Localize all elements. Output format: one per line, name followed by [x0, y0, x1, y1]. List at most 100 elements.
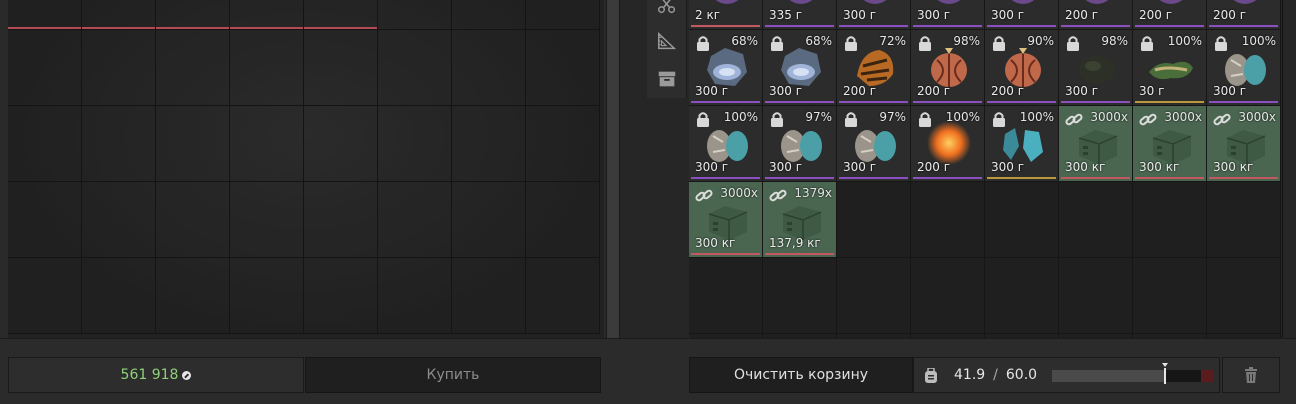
inventory-item-slot[interactable]: 90% 200 г — [985, 30, 1059, 106]
shop-slot[interactable] — [230, 258, 304, 334]
shop-slot[interactable] — [526, 182, 600, 258]
shop-slot[interactable] — [230, 30, 304, 106]
inventory-item-slot[interactable]: 3000x 300 кг — [1059, 106, 1133, 182]
inventory-item-slot[interactable]: 100% 300 г — [1207, 30, 1281, 106]
inventory-empty-slot[interactable] — [689, 258, 763, 334]
inventory-empty-slot[interactable] — [1059, 258, 1133, 334]
inventory-item-slot[interactable]: 3000x 300 кг — [1207, 106, 1281, 182]
inventory-empty-slot[interactable] — [837, 258, 911, 334]
inventory-item-slot[interactable]: 72% 200 г — [837, 30, 911, 106]
shop-slot[interactable] — [156, 258, 230, 334]
shop-slot[interactable] — [304, 0, 378, 30]
clear-cart-button[interactable]: Очистить корзину — [689, 357, 913, 393]
shop-slot[interactable] — [8, 258, 82, 334]
inventory-item-slot[interactable]: 97% 300 г — [837, 106, 911, 182]
shop-slot[interactable] — [452, 30, 526, 106]
item-weight: 300 г — [695, 160, 729, 174]
shop-slot[interactable] — [526, 258, 600, 334]
shop-slot[interactable] — [82, 0, 156, 30]
shop-slot[interactable] — [526, 0, 600, 30]
shop-slot[interactable] — [156, 0, 230, 30]
weight-bar-marker — [1164, 368, 1166, 384]
scissors-tool-button[interactable] — [647, 0, 687, 22]
inventory-item-slot[interactable]: 3000x 300 кг — [689, 182, 763, 258]
shop-slot[interactable] — [8, 30, 82, 106]
inventory-item-slot[interactable]: 3000x 300 кг — [1133, 106, 1207, 182]
inventory-item-slot[interactable]: 100% 30 г — [1133, 30, 1207, 106]
inventory-empty-slot[interactable] — [1207, 258, 1281, 334]
link-icon — [1139, 112, 1157, 128]
inventory-empty-slot[interactable] — [985, 182, 1059, 258]
inventory-item-slot[interactable]: 98% 200 г — [911, 30, 985, 106]
inventory-empty-slot[interactable] — [1059, 182, 1133, 258]
lock-icon — [844, 35, 858, 51]
shop-slot[interactable] — [304, 106, 378, 182]
inventory-item-slot[interactable]: 200 г — [1133, 0, 1207, 30]
inventory-item-slot[interactable]: 68% 300 г — [689, 30, 763, 106]
inventory-item-slot[interactable]: 100% 300 г — [689, 106, 763, 182]
shop-slot[interactable] — [230, 0, 304, 30]
inventory-empty-slot[interactable] — [837, 182, 911, 258]
rarity-underline — [913, 101, 982, 103]
shop-slot[interactable] — [156, 182, 230, 258]
shop-slot[interactable] — [82, 30, 156, 106]
inventory-item-slot[interactable]: 335 г — [763, 0, 837, 30]
ruler-tool-button[interactable] — [647, 24, 687, 58]
shop-slot[interactable] — [452, 182, 526, 258]
shop-slot[interactable] — [452, 0, 526, 30]
inventory-item-slot[interactable]: 2 кг — [689, 0, 763, 30]
weight-current: 41.9 — [954, 367, 986, 383]
rarity-underline — [1209, 177, 1278, 179]
inventory-empty-slot[interactable] — [1133, 182, 1207, 258]
inventory-empty-slot[interactable] — [763, 258, 837, 334]
inventory-empty-slot[interactable] — [911, 182, 985, 258]
inventory-empty-slot[interactable] — [985, 258, 1059, 334]
shop-slot[interactable] — [8, 106, 82, 182]
inventory-item-slot[interactable]: 300 г — [911, 0, 985, 30]
inventory-item-slot[interactable]: 1379x 137,9 кг — [763, 182, 837, 258]
shop-slot[interactable] — [452, 106, 526, 182]
inventory-empty-slot[interactable] — [911, 258, 985, 334]
item-weight: 200 г — [1213, 8, 1247, 22]
inventory-item-slot[interactable]: 100% 200 г — [911, 106, 985, 182]
shop-slot[interactable] — [304, 30, 378, 106]
item-weight: 200 г — [1139, 8, 1173, 22]
shop-slot[interactable] — [378, 258, 452, 334]
shop-slot[interactable] — [82, 182, 156, 258]
inventory-empty-slot[interactable] — [1133, 258, 1207, 334]
trash-button[interactable] — [1222, 357, 1280, 393]
shop-slot[interactable] — [82, 258, 156, 334]
shop-slot[interactable] — [452, 258, 526, 334]
shop-slot[interactable] — [82, 106, 156, 182]
shop-slot[interactable] — [526, 30, 600, 106]
shop-slot[interactable] — [8, 0, 82, 30]
inventory-item-slot[interactable]: 200 г — [1207, 0, 1281, 30]
panel-scrollbar[interactable] — [606, 0, 620, 338]
item-weight: 200 г — [991, 84, 1025, 98]
shop-slot[interactable] — [230, 106, 304, 182]
shop-slot[interactable] — [156, 30, 230, 106]
lock-icon — [1214, 35, 1228, 51]
shop-slot[interactable] — [304, 258, 378, 334]
inventory-item-slot[interactable]: 300 г — [837, 0, 911, 30]
inventory-item-slot[interactable]: 100% 300 г — [985, 106, 1059, 182]
lock-icon — [770, 35, 784, 51]
inventory-item-slot[interactable]: 68% 300 г — [763, 30, 837, 106]
inventory-item-slot[interactable]: 300 г — [985, 0, 1059, 30]
shop-slot[interactable] — [378, 182, 452, 258]
shop-slot[interactable] — [526, 106, 600, 182]
archive-tool-button[interactable] — [647, 62, 687, 96]
shop-slot[interactable] — [156, 106, 230, 182]
inventory-item-slot[interactable]: 98% 300 г — [1059, 30, 1133, 106]
buy-button[interactable]: Купить — [305, 357, 601, 393]
shop-slot[interactable] — [230, 182, 304, 258]
shop-slot[interactable] — [378, 0, 452, 30]
shop-slot[interactable] — [304, 182, 378, 258]
weight-max: 60.0 — [1005, 367, 1038, 383]
inventory-item-slot[interactable]: 200 г — [1059, 0, 1133, 30]
inventory-empty-slot[interactable] — [1207, 182, 1281, 258]
inventory-item-slot[interactable]: 97% 300 г — [763, 106, 837, 182]
shop-slot[interactable] — [8, 182, 82, 258]
shop-slot[interactable] — [378, 30, 452, 106]
shop-slot[interactable] — [378, 106, 452, 182]
